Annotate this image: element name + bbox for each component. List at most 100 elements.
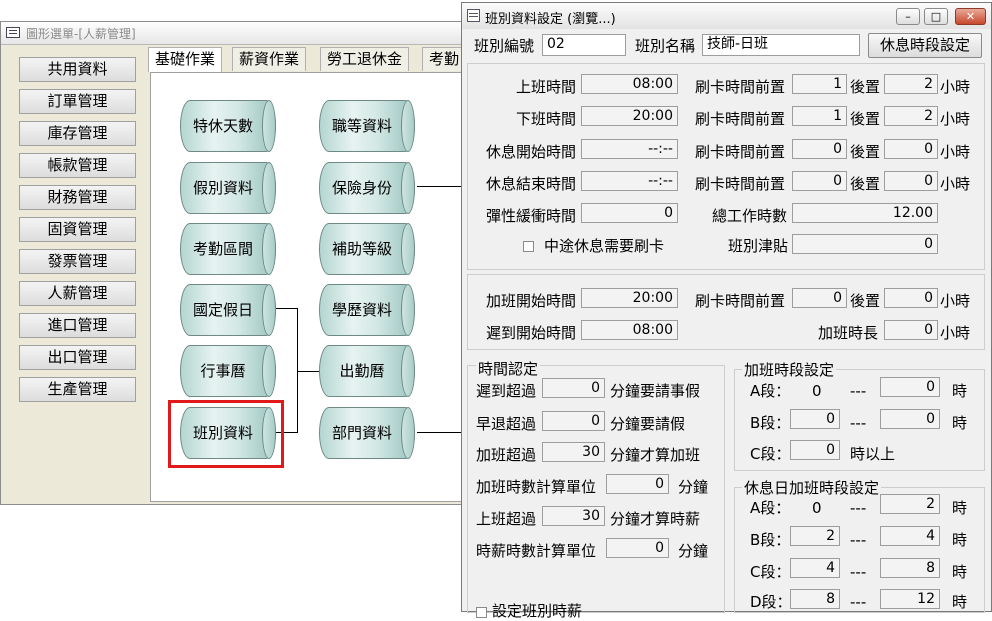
swipe-after-field-4[interactable]: 0	[884, 171, 938, 191]
menu-button-hr-payroll[interactable]: 人薪管理	[19, 281, 136, 306]
node-special-leave[interactable]: 特休天數	[180, 100, 276, 152]
dialog-title: 班別資料設定 (瀏覽...)	[485, 12, 616, 27]
menu-button-accounts[interactable]: 帳款管理	[19, 153, 136, 178]
ot-seg-c-suffix: 時以上	[850, 445, 896, 463]
menu-button-finance[interactable]: 財務管理	[19, 185, 136, 210]
shift-name-field[interactable]: 技師-日班	[702, 34, 860, 56]
swipe-before-field-1[interactable]: 1	[792, 74, 847, 94]
dash-separator: ---	[850, 382, 867, 400]
rest-period-settings-button[interactable]: 休息時段設定	[868, 33, 982, 58]
node-attendance-period[interactable]: 考勤區間	[180, 223, 276, 275]
swipe-before-field-4[interactable]: 0	[792, 171, 847, 191]
early-leave-field[interactable]: 0	[542, 411, 605, 431]
dash-separator: ---	[850, 414, 867, 432]
ot-duration-field[interactable]: 0	[884, 320, 938, 340]
work-over-field[interactable]: 30	[542, 506, 605, 526]
early-leave-label: 早退超過	[476, 415, 537, 433]
node-education[interactable]: 學歷資料	[319, 284, 415, 336]
ot-swipe-before-field[interactable]: 0	[792, 288, 847, 308]
flow-canvas: 特休天數 假別資料 考勤區間 國定假日 行事曆 班別資料 職等資料 保險身份 補…	[150, 72, 470, 502]
swipe-after-field-1[interactable]: 2	[884, 74, 938, 94]
rest-start-field[interactable]: --:--	[581, 139, 678, 159]
ot-seg-b-from-field[interactable]: 0	[790, 409, 840, 429]
hourly-unit-suffix: 分鐘	[678, 542, 709, 560]
hour-unit-label: 小時	[940, 143, 971, 161]
total-hours-field[interactable]: 12.00	[792, 203, 938, 223]
flex-buffer-label: 彈性緩衝時間	[485, 207, 576, 225]
menu-button-export[interactable]: 出口管理	[19, 345, 136, 370]
work-start-field[interactable]: 08:00	[581, 74, 678, 94]
tab-payroll-operations[interactable]: 薪資作業	[232, 47, 307, 71]
work-end-field[interactable]: 20:00	[581, 106, 678, 126]
holiday-seg-d-to-field[interactable]: 12	[880, 589, 940, 609]
rest-start-label: 休息開始時間	[485, 143, 576, 161]
node-calendar[interactable]: 行事曆	[180, 345, 276, 397]
tab-labor-pension[interactable]: 勞工退休金	[320, 47, 410, 71]
connector-line	[276, 308, 298, 309]
holiday-seg-b-to-field[interactable]: 4	[880, 526, 940, 546]
ot-seg-a-to-field[interactable]: 0	[880, 377, 940, 397]
menu-button-production[interactable]: 生產管理	[19, 377, 136, 402]
mid-rest-swipe-checkbox[interactable]	[523, 241, 534, 252]
late-over-field[interactable]: 0	[542, 378, 605, 398]
holiday-seg-b-from-field[interactable]: 2	[790, 526, 840, 546]
highlight-box	[168, 400, 284, 468]
shift-allowance-field[interactable]: 0	[792, 234, 938, 254]
maximize-button[interactable]: □	[924, 8, 948, 25]
ot-segments-title: 加班時段設定	[742, 360, 837, 380]
overtime-over-field[interactable]: 30	[542, 442, 605, 462]
shift-allowance-label: 班別津貼	[728, 237, 789, 255]
hour-unit-label: 小時	[940, 110, 971, 128]
swipe-after-field-3[interactable]: 0	[884, 139, 938, 159]
menu-button-fixed-assets[interactable]: 固資管理	[19, 217, 136, 242]
tab-attendance[interactable]: 考勤	[422, 47, 467, 71]
tab-basic-operations[interactable]: 基礎作業	[148, 47, 223, 72]
work-start-label: 上班時間	[515, 78, 576, 96]
menu-button-orders[interactable]: 訂單管理	[19, 89, 136, 114]
ot-seg-c-from-field[interactable]: 0	[790, 440, 840, 460]
node-department[interactable]: 部門資料	[319, 407, 415, 459]
menu-button-invoices[interactable]: 發票管理	[19, 249, 136, 274]
holiday-seg-c-to-field[interactable]: 8	[880, 558, 940, 578]
rest-end-field[interactable]: --:--	[581, 171, 678, 191]
late-over-suffix: 分鐘要請事假	[610, 382, 701, 400]
holiday-seg-c-label: C段：	[750, 563, 791, 581]
swipe-before-label: 刷卡時間前置	[695, 292, 786, 310]
graphic-menu-title: 圖形選單-[人薪管理]	[26, 27, 136, 41]
node-subsidy-grade[interactable]: 補助等級	[319, 223, 415, 275]
ot-unit-field[interactable]: 0	[606, 474, 669, 494]
node-leave-types[interactable]: 假別資料	[180, 162, 276, 214]
menu-button-shared-data[interactable]: 共用資料	[19, 57, 136, 82]
shift-no-label: 班別編號	[474, 37, 535, 55]
holiday-seg-d-from-field[interactable]: 8	[790, 589, 840, 609]
hourly-unit-field[interactable]: 0	[606, 538, 669, 558]
close-button[interactable]: ✕	[955, 8, 986, 25]
ot-start-field[interactable]: 20:00	[581, 288, 678, 308]
swipe-before-label: 刷卡時間前置	[695, 143, 786, 161]
shift-hourly-wage-checkbox[interactable]	[476, 607, 487, 618]
holiday-seg-c-from-field[interactable]: 4	[790, 558, 840, 578]
late-over-label: 遲到超過	[476, 382, 537, 400]
ot-swipe-after-field[interactable]: 0	[884, 288, 938, 308]
node-attendance-calendar[interactable]: 出勤曆	[319, 345, 415, 397]
hour-unit-label: 小時	[940, 292, 971, 310]
holiday-seg-a-to-field[interactable]: 2	[880, 494, 940, 514]
ot-seg-b-to-field[interactable]: 0	[880, 409, 940, 429]
late-start-field[interactable]: 08:00	[581, 320, 678, 340]
node-job-grade[interactable]: 職等資料	[319, 100, 415, 152]
work-over-label: 上班超過	[476, 510, 537, 528]
minimize-button[interactable]: –	[896, 8, 920, 25]
node-insurance[interactable]: 保險身份	[319, 162, 415, 214]
swipe-after-field-2[interactable]: 2	[884, 106, 938, 126]
swipe-before-field-2[interactable]: 1	[792, 106, 847, 126]
after-label: 後置	[850, 78, 881, 96]
node-national-holiday[interactable]: 國定假日	[180, 284, 276, 336]
shift-name-label: 班別名稱	[635, 37, 696, 55]
menu-button-inventory[interactable]: 庫存管理	[19, 121, 136, 146]
hour-unit-label: 小時	[940, 78, 971, 96]
shift-no-field[interactable]: 02	[542, 34, 626, 56]
flex-buffer-field[interactable]: 0	[581, 203, 678, 223]
swipe-before-field-3[interactable]: 0	[792, 139, 847, 159]
total-hours-label: 總工作時數	[712, 207, 788, 225]
menu-button-import[interactable]: 進口管理	[19, 313, 136, 338]
